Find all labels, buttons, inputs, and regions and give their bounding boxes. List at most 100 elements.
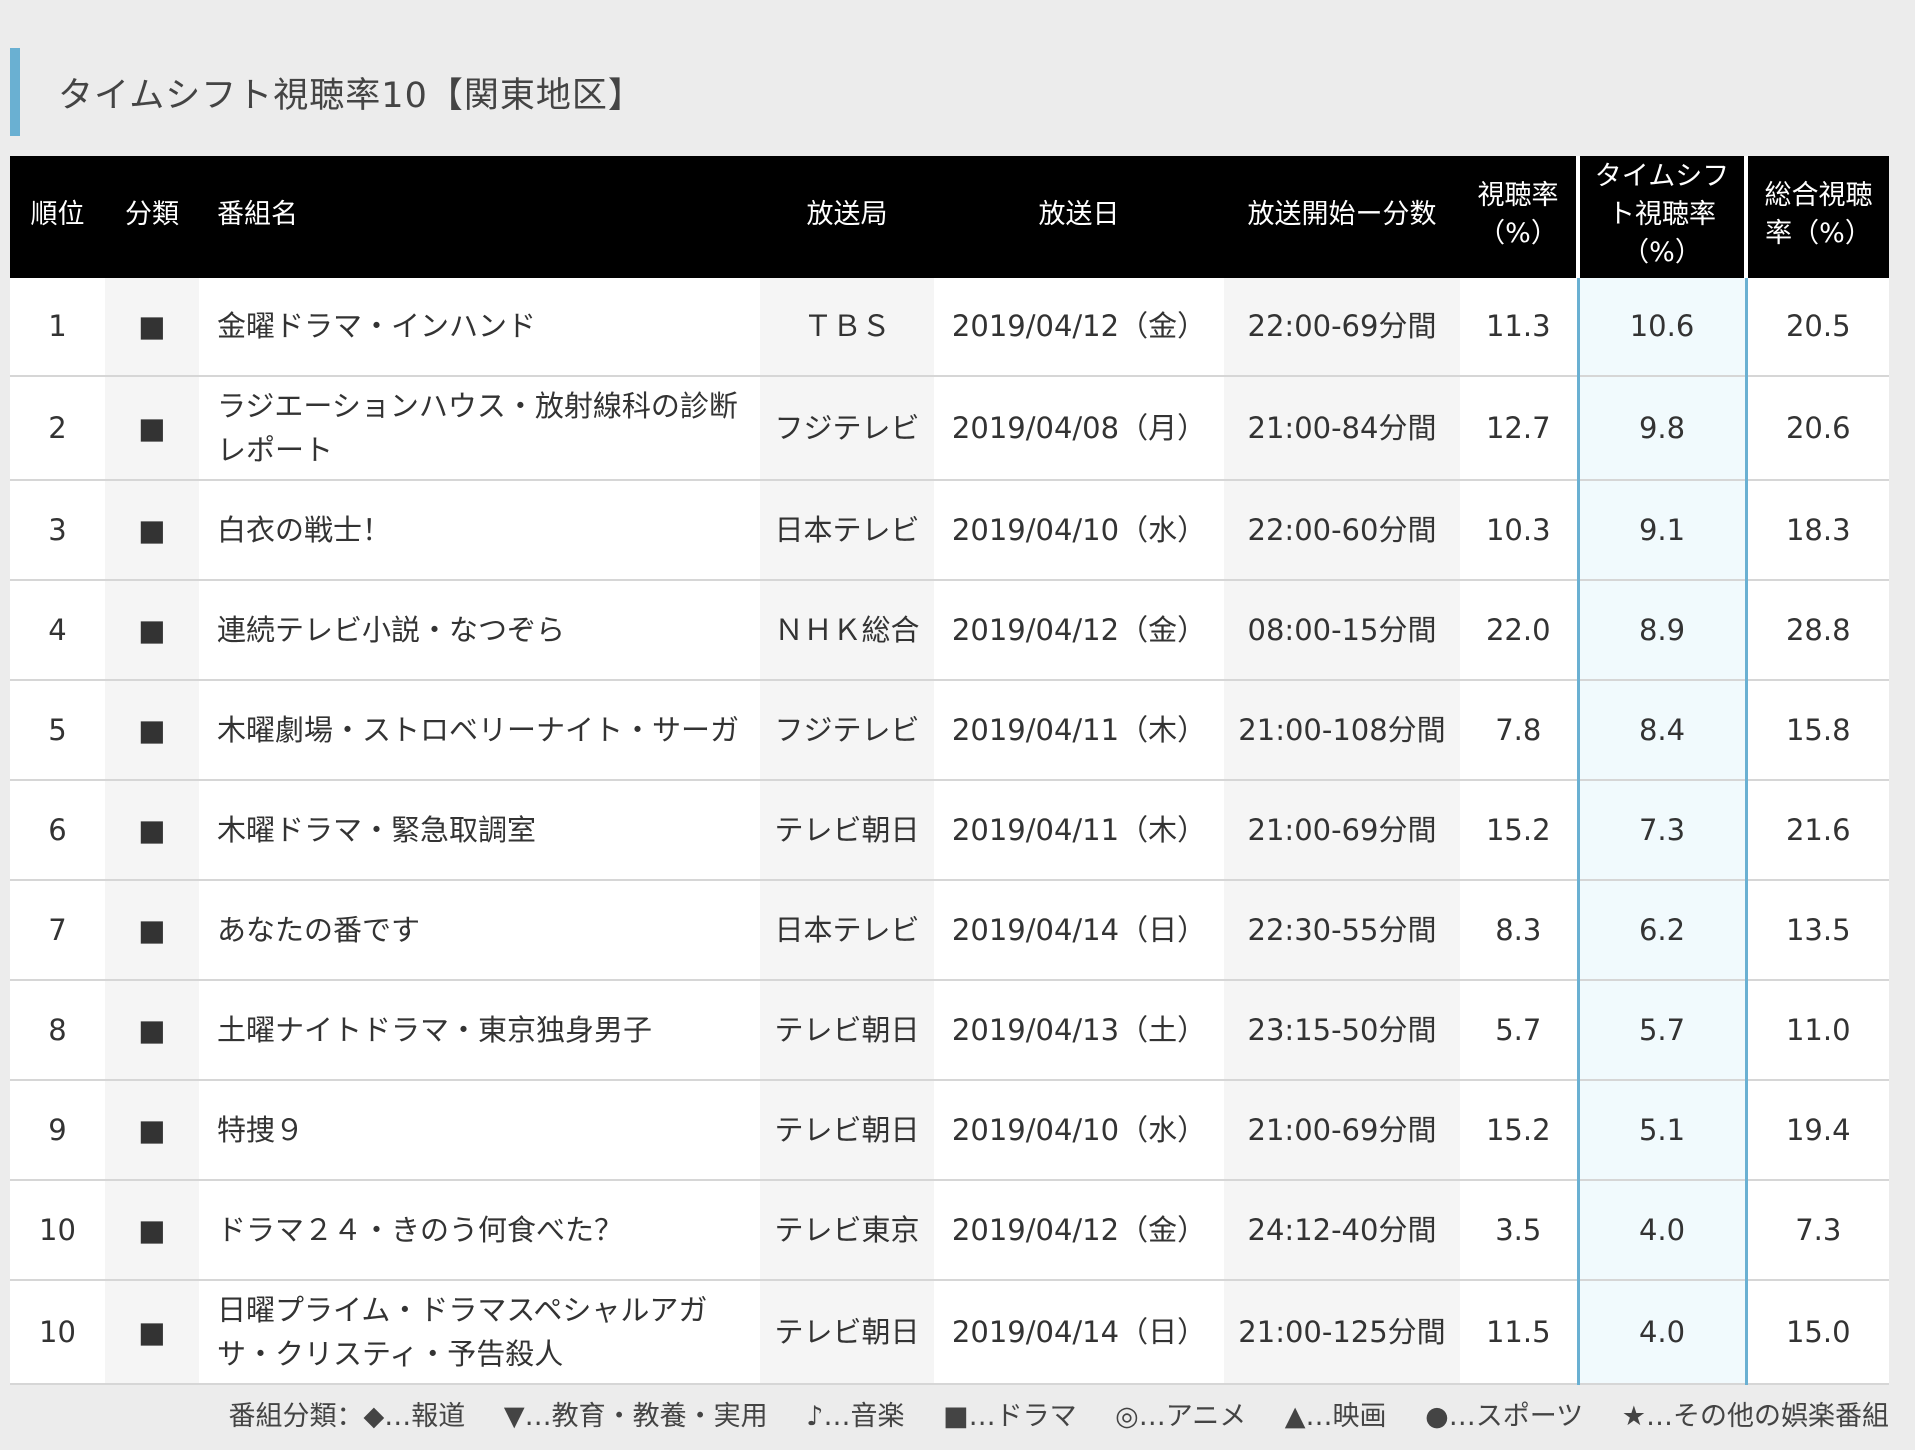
start-duration-cell: 21:00-69分間 bbox=[1224, 780, 1460, 881]
table-row: 4 ■ 連続テレビ小説・なつぞら ＮＨＫ総合 2019/04/12（金） 08:00-15… bbox=[10, 580, 1889, 681]
table-row: 3 ■ 白衣の戦士！ 日本テレビ 2019/04/10（水） 22:00-60分間 10.3… bbox=[10, 480, 1889, 581]
program-name-cell: ラジエーションハウス・放射線科の診断レポート bbox=[199, 376, 760, 481]
table-row: 5 ■ 木曜劇場・ストロベリーナイト・サーガ フジテレビ 2019/04/11（木） 21… bbox=[10, 680, 1889, 781]
station-cell: テレビ朝日 bbox=[760, 980, 934, 1081]
category-cell: ■ bbox=[105, 880, 199, 981]
program-name-cell: 日曜プライム・ドラマスペシャルアガサ・クリスティ・予告殺人 bbox=[199, 1280, 760, 1385]
timeshift-rating-cell: 8.9 bbox=[1576, 580, 1748, 681]
col-header-rank: 順位 bbox=[10, 156, 105, 278]
category-legend: 番組分類：◆…報道 ▼…教育・教養・実用 ♪…音楽 ■…ドラマ ◎…アニメ ▲…… bbox=[0, 1394, 1889, 1433]
broadcast-date-cell: 2019/04/12（金） bbox=[934, 1180, 1224, 1281]
rank-cell: 8 bbox=[10, 980, 105, 1081]
rank-cell: 1 bbox=[10, 276, 105, 377]
station-cell: テレビ東京 bbox=[760, 1180, 934, 1281]
rating-cell: 7.8 bbox=[1460, 680, 1578, 781]
rank-cell: 6 bbox=[10, 780, 105, 881]
broadcast-date-cell: 2019/04/12（金） bbox=[934, 580, 1224, 681]
station-cell: ＴＢＳ bbox=[760, 276, 934, 377]
timeshift-rating-cell: 10.6 bbox=[1576, 276, 1748, 377]
station-cell: 日本テレビ bbox=[760, 880, 934, 981]
start-duration-cell: 22:00-60分間 bbox=[1224, 480, 1460, 581]
station-cell: フジテレビ bbox=[760, 680, 934, 781]
legend-movie: ▲…映画 bbox=[1284, 1401, 1387, 1432]
program-name-cell: ドラマ２４・きのう何食べた？ bbox=[199, 1180, 760, 1281]
rating-cell: 22.0 bbox=[1460, 580, 1578, 681]
rating-cell: 11.3 bbox=[1460, 276, 1578, 377]
program-name-cell: 連続テレビ小説・なつぞら bbox=[199, 580, 760, 681]
table-body: 1 ■ 金曜ドラマ・インハンド ＴＢＳ 2019/04/12（金） 22:00-69分間 1… bbox=[10, 276, 1889, 1385]
total-rating-cell: 21.6 bbox=[1746, 780, 1889, 881]
col-header-program: 番組名 bbox=[199, 156, 760, 278]
broadcast-date-cell: 2019/04/14（日） bbox=[934, 1280, 1224, 1385]
category-cell: ■ bbox=[105, 1280, 199, 1385]
station-cell: テレビ朝日 bbox=[760, 780, 934, 881]
station-cell: 日本テレビ bbox=[760, 480, 934, 581]
table-header-row: 順位 分類 番組名 放送局 放送日 放送開始ー分数 視聴率（%） タイムシフト視… bbox=[10, 156, 1889, 278]
col-header-timeshift: タイムシフト視聴率（%） bbox=[1576, 156, 1746, 278]
start-duration-cell: 08:00-15分間 bbox=[1224, 580, 1460, 681]
rank-cell: 5 bbox=[10, 680, 105, 781]
total-rating-cell: 20.5 bbox=[1746, 276, 1889, 377]
table-row: 1 ■ 金曜ドラマ・インハンド ＴＢＳ 2019/04/12（金） 22:00-69分間 1… bbox=[10, 276, 1889, 377]
program-name-cell: 白衣の戦士！ bbox=[199, 480, 760, 581]
start-duration-cell: 21:00-108分間 bbox=[1224, 680, 1460, 781]
total-rating-cell: 15.0 bbox=[1746, 1280, 1889, 1385]
rank-cell: 9 bbox=[10, 1080, 105, 1181]
col-header-category: 分類 bbox=[105, 156, 199, 278]
timeshift-rating-cell: 8.4 bbox=[1576, 680, 1748, 781]
program-name-cell: 特捜９ bbox=[199, 1080, 760, 1181]
legend-news: 番組分類：◆…報道 bbox=[228, 1401, 466, 1432]
program-name-cell: あなたの番です bbox=[199, 880, 760, 981]
program-name-cell: 木曜劇場・ストロベリーナイト・サーガ bbox=[199, 680, 760, 781]
broadcast-date-cell: 2019/04/13（土） bbox=[934, 980, 1224, 1081]
rating-cell: 8.3 bbox=[1460, 880, 1578, 981]
col-header-date: 放送日 bbox=[934, 156, 1224, 278]
timeshift-rating-cell: 7.3 bbox=[1576, 780, 1748, 881]
broadcast-date-cell: 2019/04/12（金） bbox=[934, 276, 1224, 377]
start-duration-cell: 24:12-40分間 bbox=[1224, 1180, 1460, 1281]
rating-cell: 11.5 bbox=[1460, 1280, 1578, 1385]
category-cell: ■ bbox=[105, 276, 199, 377]
timeshift-rating-cell: 4.0 bbox=[1576, 1180, 1748, 1281]
rank-cell: 3 bbox=[10, 480, 105, 581]
table-row: 2 ■ ラジエーションハウス・放射線科の診断レポート フジテレビ 2019/04/08（… bbox=[10, 376, 1889, 481]
category-cell: ■ bbox=[105, 1180, 199, 1281]
total-rating-cell: 19.4 bbox=[1746, 1080, 1889, 1181]
program-name-cell: 金曜ドラマ・インハンド bbox=[199, 276, 760, 377]
broadcast-date-cell: 2019/04/11（木） bbox=[934, 680, 1224, 781]
category-cell: ■ bbox=[105, 780, 199, 881]
rank-cell: 10 bbox=[10, 1180, 105, 1281]
timeshift-rating-cell: 9.8 bbox=[1576, 376, 1748, 481]
timeshift-rating-cell: 5.1 bbox=[1576, 1080, 1748, 1181]
legend-education: ▼…教育・教養・実用 bbox=[503, 1401, 768, 1432]
ranking-table: 順位 分類 番組名 放送局 放送日 放送開始ー分数 視聴率（%） タイムシフト視… bbox=[10, 156, 1889, 1385]
table-row: 10 ■ ドラマ２４・きのう何食べた？ テレビ東京 2019/04/12（金） 24:12… bbox=[10, 1180, 1889, 1281]
rating-cell: 15.2 bbox=[1460, 780, 1578, 881]
start-duration-cell: 23:15-50分間 bbox=[1224, 980, 1460, 1081]
rank-cell: 2 bbox=[10, 376, 105, 481]
table-row: 7 ■ あなたの番です 日本テレビ 2019/04/14（日） 22:30-55分間 8.3… bbox=[10, 880, 1889, 981]
total-rating-cell: 20.6 bbox=[1746, 376, 1889, 481]
col-header-total: 総合視聴率（%） bbox=[1744, 156, 1889, 278]
category-cell: ■ bbox=[105, 1080, 199, 1181]
page-title: タイムシフト視聴率10【関東地区】 bbox=[58, 75, 644, 116]
category-cell: ■ bbox=[105, 376, 199, 481]
total-rating-cell: 28.8 bbox=[1746, 580, 1889, 681]
total-rating-cell: 13.5 bbox=[1746, 880, 1889, 981]
rank-cell: 7 bbox=[10, 880, 105, 981]
rank-cell: 4 bbox=[10, 580, 105, 681]
timeshift-rating-cell: 6.2 bbox=[1576, 880, 1748, 981]
program-name-cell: 土曜ナイトドラマ・東京独身男子 bbox=[199, 980, 760, 1081]
table-row: 10 ■ 日曜プライム・ドラマスペシャルアガサ・クリスティ・予告殺人 テレビ朝日 201… bbox=[10, 1280, 1889, 1385]
table-row: 6 ■ 木曜ドラマ・緊急取調室 テレビ朝日 2019/04/11（木） 21:00-69分… bbox=[10, 780, 1889, 881]
category-cell: ■ bbox=[105, 680, 199, 781]
col-header-rating: 視聴率（%） bbox=[1460, 156, 1578, 278]
table-row: 9 ■ 特捜９ テレビ朝日 2019/04/10（水） 21:00-69分間 15.2 5.1… bbox=[10, 1080, 1889, 1181]
broadcast-date-cell: 2019/04/10（水） bbox=[934, 480, 1224, 581]
col-header-start-duration: 放送開始ー分数 bbox=[1224, 156, 1460, 278]
start-duration-cell: 21:00-84分間 bbox=[1224, 376, 1460, 481]
rating-cell: 15.2 bbox=[1460, 1080, 1578, 1181]
rating-cell: 10.3 bbox=[1460, 480, 1578, 581]
timeshift-rating-cell: 9.1 bbox=[1576, 480, 1748, 581]
legend-anime: ◎…アニメ bbox=[1115, 1401, 1247, 1432]
